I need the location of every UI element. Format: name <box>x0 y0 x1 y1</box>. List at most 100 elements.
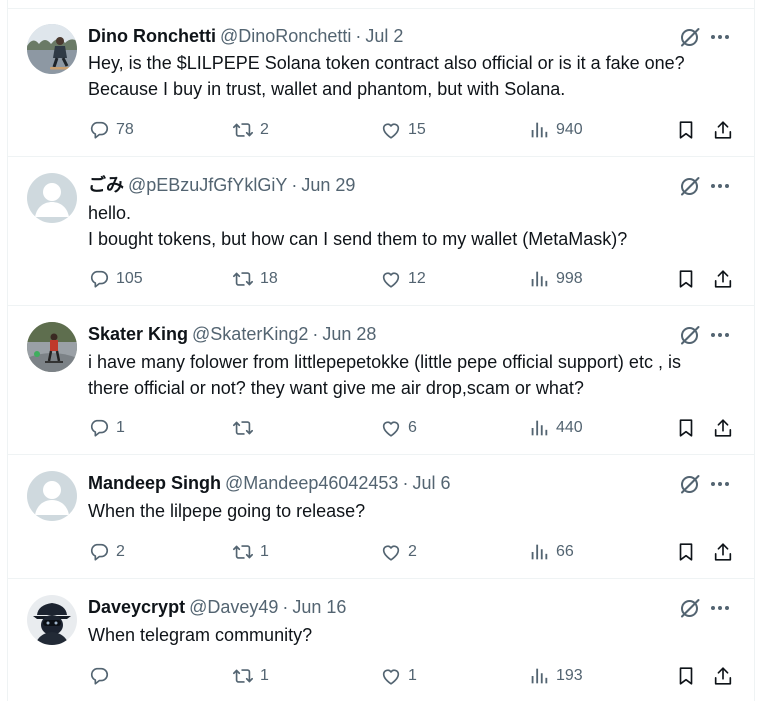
tweet[interactable]: ごみ @pEBzuJfGfYklGiY · Jun 29 hello. I bough… <box>8 157 754 306</box>
author-handle[interactable]: @SkaterKing2 <box>192 324 308 344</box>
views-button[interactable]: 440 <box>528 415 583 441</box>
retweet-button[interactable]: 1 <box>232 539 269 565</box>
heart-icon <box>380 541 402 563</box>
reply-button[interactable]: 1 <box>88 415 125 441</box>
like-count: 2 <box>408 543 417 560</box>
bookmark-icon <box>675 417 697 439</box>
like-button[interactable]: 1 <box>380 663 417 689</box>
view-count: 193 <box>556 667 583 684</box>
tweet-date[interactable]: Jun 16 <box>292 597 346 617</box>
views-button[interactable]: 193 <box>528 663 583 689</box>
author-handle[interactable]: @DinoRonchetti <box>220 26 351 46</box>
share-button[interactable] <box>712 539 734 565</box>
author-name[interactable]: Skater King <box>88 324 188 344</box>
tweet-actions: 78 2 15 940 <box>88 117 736 143</box>
reply-button[interactable]: 105 <box>88 266 143 292</box>
tweet-text: Hey, is the $LILPEPE Solana token contra… <box>88 50 736 102</box>
tweet[interactable]: Skater King @SkaterKing2 · Jun 28 i have ma… <box>8 306 754 455</box>
tweet-actions: 1 1 193 <box>88 663 736 689</box>
views-chart-icon <box>528 665 550 687</box>
grok-icon[interactable] <box>678 472 702 496</box>
avatar[interactable] <box>27 471 77 521</box>
avatar[interactable] <box>27 173 77 223</box>
tweet-actions: 1 6 440 <box>88 415 736 441</box>
tweet-text-line: Because I buy in trust, wallet and phant… <box>88 79 566 99</box>
like-count: 15 <box>408 121 426 138</box>
tweet[interactable]: Daveycrypt @Davey49 · Jun 16 When telegram … <box>8 579 754 701</box>
like-button[interactable]: 15 <box>380 117 426 143</box>
reply-icon <box>88 417 110 439</box>
tweet-text-line: Hey, is the $LILPEPE Solana token contra… <box>88 53 685 73</box>
tweet-text-line: hello. <box>88 203 132 223</box>
avatar[interactable] <box>27 322 77 372</box>
separator-dot: · <box>355 26 362 46</box>
heart-icon <box>380 268 402 290</box>
more-options-icon[interactable] <box>708 596 732 620</box>
retweet-button[interactable]: 2 <box>232 117 269 143</box>
tweet-text-line: I bought tokens, but how can I send them… <box>88 229 628 249</box>
more-options-icon[interactable] <box>708 472 732 496</box>
author-name[interactable]: ごみ <box>88 175 124 195</box>
reply-button[interactable]: 78 <box>88 117 134 143</box>
heart-icon <box>380 119 402 141</box>
share-button[interactable] <box>712 415 734 441</box>
like-button[interactable]: 6 <box>380 415 417 441</box>
retweet-count: 2 <box>260 121 269 138</box>
more-options-icon[interactable] <box>708 323 732 347</box>
share-icon <box>712 541 734 563</box>
separator-dot: · <box>282 597 289 617</box>
retweet-button[interactable] <box>232 415 260 441</box>
author-name[interactable]: Dino Ronchetti <box>88 26 216 46</box>
grok-icon[interactable] <box>678 596 702 620</box>
like-button[interactable]: 2 <box>380 539 417 565</box>
tweet-date[interactable]: Jul 6 <box>412 473 450 493</box>
tweet-header: Mandeep Singh @Mandeep46042453 · Jul 6 <box>88 471 674 495</box>
retweet-button[interactable]: 1 <box>232 663 269 689</box>
tweet[interactable]: Dino Ronchetti @DinoRonchetti · Jul 2 Hey, … <box>8 9 754 157</box>
reply-icon <box>88 268 110 290</box>
views-button[interactable]: 940 <box>528 117 583 143</box>
reply-button[interactable] <box>88 663 116 689</box>
bookmark-button[interactable] <box>675 266 697 292</box>
tweet-date[interactable]: Jun 28 <box>322 324 376 344</box>
reply-button[interactable]: 2 <box>88 539 125 565</box>
tweet-text: hello. I bought tokens, but how can I se… <box>88 200 736 252</box>
share-button[interactable] <box>712 266 734 292</box>
grok-icon[interactable] <box>678 323 702 347</box>
retweet-icon <box>232 417 254 439</box>
author-handle[interactable]: @pEBzuJfGfYklGiY <box>128 175 287 195</box>
grok-icon[interactable] <box>678 25 702 49</box>
retweet-button[interactable]: 18 <box>232 266 278 292</box>
default-avatar-icon <box>27 471 77 521</box>
like-count: 12 <box>408 270 426 287</box>
grok-icon[interactable] <box>678 174 702 198</box>
more-options-icon[interactable] <box>708 174 732 198</box>
more-options-icon[interactable] <box>708 25 732 49</box>
heart-icon <box>380 665 402 687</box>
bookmark-button[interactable] <box>675 539 697 565</box>
reply-count: 1 <box>116 419 125 436</box>
views-button[interactable]: 998 <box>528 266 583 292</box>
bookmark-button[interactable] <box>675 117 697 143</box>
share-button[interactable] <box>712 117 734 143</box>
like-button[interactable]: 12 <box>380 266 426 292</box>
tweet-header: Skater King @SkaterKing2 · Jun 28 <box>88 322 674 346</box>
like-count: 6 <box>408 419 417 436</box>
tweet[interactable]: Mandeep Singh @Mandeep46042453 · Jul 6 When… <box>8 455 754 579</box>
bookmark-button[interactable] <box>675 663 697 689</box>
tweet-date[interactable]: Jun 29 <box>301 175 355 195</box>
author-name[interactable]: Daveycrypt <box>88 597 185 617</box>
author-handle[interactable]: @Mandeep46042453 <box>225 473 398 493</box>
tweet-date[interactable]: Jul 2 <box>365 26 403 46</box>
author-name[interactable]: Mandeep Singh <box>88 473 221 493</box>
avatar[interactable] <box>27 595 77 645</box>
tweet-header: Daveycrypt @Davey49 · Jun 16 <box>88 595 674 619</box>
bookmark-button[interactable] <box>675 415 697 441</box>
tweet-actions: 105 18 12 998 <box>88 266 736 292</box>
retweet-count: 18 <box>260 270 278 287</box>
avatar[interactable] <box>27 24 77 74</box>
share-button[interactable] <box>712 663 734 689</box>
views-button[interactable]: 66 <box>528 539 574 565</box>
views-chart-icon <box>528 119 550 141</box>
author-handle[interactable]: @Davey49 <box>189 597 278 617</box>
